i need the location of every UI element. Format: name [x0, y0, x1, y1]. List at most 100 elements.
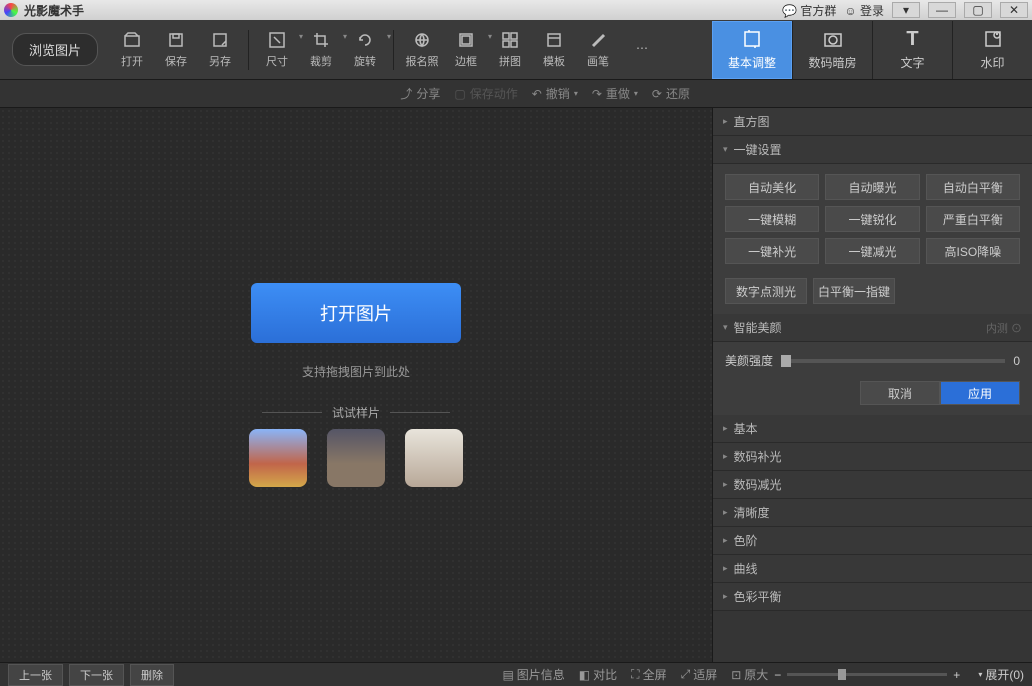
panel-beauty[interactable]: ▾智能美颜内测 ⊙ [713, 314, 1032, 342]
canvas-area: 打开图片 支持拖拽图片到此处 试试样片 [0, 108, 712, 662]
official-group-link[interactable]: 💬 官方群 [782, 2, 836, 19]
zoom-control: − + [774, 668, 960, 682]
tool-more[interactable]: ⋯ [620, 24, 664, 76]
fit-button[interactable]: ⤢适屏 [681, 666, 718, 683]
tool-saveas[interactable]: 另存 [198, 24, 242, 76]
template-icon [545, 31, 563, 49]
expand-button[interactable]: ▾展开(0) [978, 666, 1024, 683]
tool-size[interactable]: 尺寸 [255, 24, 299, 76]
adjust-icon [741, 28, 763, 50]
panel-onekey[interactable]: ▾一键设置 [713, 136, 1032, 164]
more-icon: ⋯ [633, 39, 651, 57]
panel-digitfill[interactable]: ▸数码补光 [713, 443, 1032, 471]
beauty-apply-button[interactable]: 应用 [940, 381, 1020, 405]
chevron-right-icon: ▸ [723, 116, 728, 127]
orig-button[interactable]: ⊡原大 [731, 666, 768, 683]
pin-icon[interactable]: ▾ [892, 2, 920, 18]
restore-button[interactable]: ⟳还原 [652, 85, 690, 102]
share-icon: ⤴ [400, 85, 412, 102]
prev-button[interactable]: 上一张 [8, 664, 63, 686]
slider-thumb-icon[interactable] [838, 669, 846, 680]
record-icon: ▢ [454, 87, 465, 101]
chevron-down-icon: ▾ [723, 322, 728, 333]
undo-button[interactable]: ↶撤销▾ [532, 85, 578, 102]
share-button[interactable]: ⤴分享 [400, 85, 440, 102]
chevron-right-icon: ▸ [723, 563, 728, 574]
next-button[interactable]: 下一张 [69, 664, 124, 686]
statusbar: 上一张 下一张 删除 ▤图片信息 ◧对比 ⛶全屏 ⤢适屏 ⊡原大 − + ▾展开… [0, 662, 1032, 686]
chevron-right-icon: ▸ [723, 591, 728, 602]
browse-button[interactable]: 浏览图片 [12, 33, 98, 66]
right-sidebar: ▸直方图 ▾一键设置 自动美化自动曝光自动白平衡一键模糊一键锐化严重白平衡一键补… [712, 108, 1032, 662]
onekey-6[interactable]: 一键补光 [725, 238, 819, 264]
sample-thumb-3[interactable] [405, 429, 463, 487]
tool-idphoto[interactable]: 报名照 [400, 24, 444, 76]
onekey-1[interactable]: 自动曝光 [825, 174, 919, 200]
zoom-slider[interactable] [787, 673, 947, 676]
onekey-4[interactable]: 一键锐化 [825, 206, 919, 232]
globe-icon [413, 31, 431, 49]
watermark-icon [982, 28, 1004, 50]
zoom-in-button[interactable]: + [953, 668, 960, 682]
border-icon [457, 31, 475, 49]
brush-icon [589, 31, 607, 49]
login-link[interactable]: ☺ 登录 [844, 2, 884, 19]
undo-icon: ↶ [532, 87, 542, 101]
sub-toolbar: ⤴分享 ▢保存动作 ↶撤销▾ ↷重做▾ ⟳还原 [0, 80, 1032, 108]
zoom-out-button[interactable]: − [774, 668, 781, 682]
panel-beauty-body: 美颜强度 0 取消 应用 [713, 342, 1032, 415]
tool-open[interactable]: 打开 [110, 24, 154, 76]
tool-save[interactable]: 保存 [154, 24, 198, 76]
onekey-0[interactable]: 自动美化 [725, 174, 819, 200]
panel-onekey-body: 自动美化自动曝光自动白平衡一键模糊一键锐化严重白平衡一键补光一键减光高ISO降噪… [713, 164, 1032, 314]
app-logo-icon [4, 3, 18, 17]
tab-watermark[interactable]: 水印 [952, 21, 1032, 79]
slider-thumb-icon[interactable] [781, 355, 791, 367]
beauty-value: 0 [1013, 354, 1020, 368]
panel-basic[interactable]: ▸基本 [713, 415, 1032, 443]
tool-collage[interactable]: 拼图 [488, 24, 532, 76]
onekey-3[interactable]: 一键模糊 [725, 206, 819, 232]
main-toolbar: 浏览图片 打开 保存 另存 尺寸 裁剪 旋转 报名照 边框 拼图 模板 画笔 ⋯… [0, 20, 1032, 80]
app-title: 光影魔术手 [24, 2, 782, 19]
compare-button[interactable]: ◧对比 [579, 666, 617, 683]
maximize-icon[interactable]: ▢ [964, 2, 992, 18]
tab-basic[interactable]: 基本调整 [712, 21, 792, 79]
tool-template[interactable]: 模板 [532, 24, 576, 76]
redo-button[interactable]: ↷重做▾ [592, 85, 638, 102]
tab-darkroom[interactable]: 数码暗房 [792, 21, 872, 79]
close-icon[interactable]: ✕ [1000, 2, 1028, 18]
tool-border[interactable]: 边框 [444, 24, 488, 76]
beauty-slider[interactable] [781, 359, 1005, 363]
samples-label: 试试样片 [262, 404, 450, 421]
minimize-icon[interactable]: — [928, 2, 956, 18]
imageinfo-button[interactable]: ▤图片信息 [502, 666, 564, 683]
delete-button[interactable]: 删除 [130, 664, 174, 686]
beauty-cancel-button[interactable]: 取消 [860, 381, 940, 405]
onekey-extra-0[interactable]: 数字点测光 [725, 278, 807, 304]
tool-crop[interactable]: 裁剪 [299, 24, 343, 76]
camera-icon [822, 28, 844, 50]
sample-thumb-2[interactable] [327, 429, 385, 487]
sample-thumb-1[interactable] [249, 429, 307, 487]
onekey-2[interactable]: 自动白平衡 [926, 174, 1020, 200]
onekey-8[interactable]: 高ISO降噪 [926, 238, 1020, 264]
panel-colorbalance[interactable]: ▸色彩平衡 [713, 583, 1032, 611]
panel-levels[interactable]: ▸色阶 [713, 527, 1032, 555]
panel-curves[interactable]: ▸曲线 [713, 555, 1032, 583]
onekey-5[interactable]: 严重白平衡 [926, 206, 1020, 232]
panel-digitdim[interactable]: ▸数码减光 [713, 471, 1032, 499]
redo-icon: ↷ [592, 87, 602, 101]
tool-rotate[interactable]: 旋转 [343, 24, 387, 76]
panel-histogram[interactable]: ▸直方图 [713, 108, 1032, 136]
panel-sharpness[interactable]: ▸清晰度 [713, 499, 1032, 527]
open-image-button[interactable]: 打开图片 [251, 283, 461, 343]
tab-text[interactable]: T文字 [872, 21, 952, 79]
tool-brush[interactable]: 画笔 [576, 24, 620, 76]
saveaction-button[interactable]: ▢保存动作 [454, 85, 517, 102]
onekey-7[interactable]: 一键减光 [825, 238, 919, 264]
fullscreen-button[interactable]: ⛶全屏 [631, 666, 666, 683]
chevron-right-icon: ▸ [723, 535, 728, 546]
fit-icon: ⤢ [681, 667, 691, 682]
onekey-extra-1[interactable]: 白平衡一指键 [813, 278, 895, 304]
